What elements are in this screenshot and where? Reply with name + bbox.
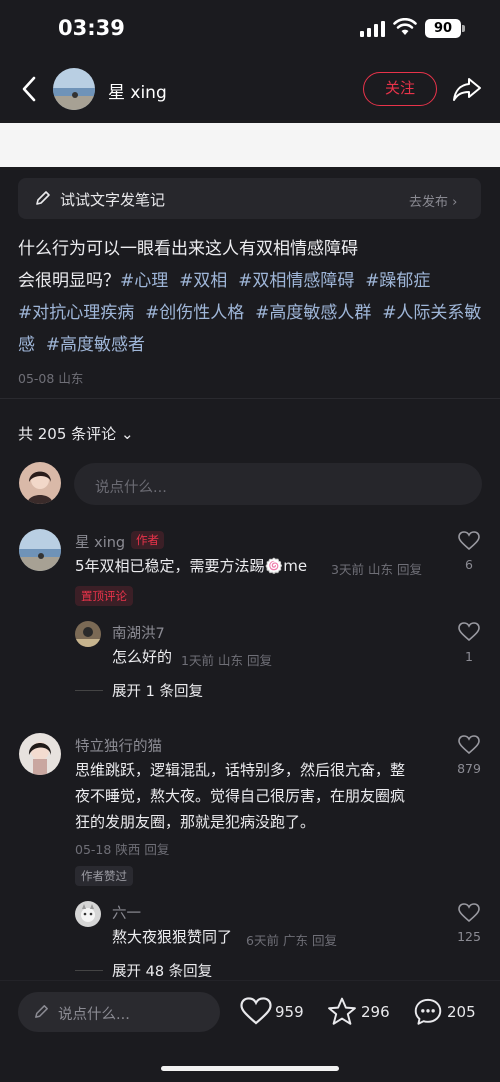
post-text-line2: 会很明显吗？ xyxy=(18,271,120,291)
expand-replies-button[interactable]: 展开 48 条回复 xyxy=(112,960,212,981)
reply-link[interactable]: 回复 xyxy=(397,562,422,577)
comment-like-count: 879 xyxy=(457,761,481,776)
post-tag[interactable]: #高度敏感者 xyxy=(46,335,145,355)
back-icon[interactable] xyxy=(18,74,40,104)
post-text-line1: 什么行为可以一眼看出来这人有双相情感障碍 xyxy=(18,239,358,259)
comment-total: 205 xyxy=(447,1003,476,1021)
pencil-icon xyxy=(35,1005,48,1018)
collect-count: 296 xyxy=(361,1003,390,1021)
reply-text: 怎么好的 xyxy=(112,648,173,666)
home-indicator[interactable] xyxy=(161,1066,339,1071)
reply-meta: 1天前 山东 回复 xyxy=(181,653,272,668)
wifi-icon xyxy=(393,18,417,35)
post-tag[interactable]: #高度敏感人群 xyxy=(255,303,371,323)
comment-like-count: 6 xyxy=(465,557,473,572)
author-name[interactable]: 星 xing xyxy=(108,78,167,103)
try-text-note-label: 试试文字发笔记 xyxy=(60,191,166,209)
commenter-avatar[interactable] xyxy=(19,529,61,571)
follow-button[interactable]: 关注 xyxy=(363,72,437,106)
commenter-name[interactable]: 特立独行的猫 xyxy=(75,735,162,756)
share-icon[interactable] xyxy=(452,76,482,102)
pinned-badge: 置顶评论 xyxy=(75,586,133,606)
replier-name[interactable]: 南湖洪7 xyxy=(112,622,165,643)
comment-input-placeholder: 说点什么... xyxy=(95,480,167,496)
post-tag[interactable]: #躁郁症 xyxy=(365,271,430,291)
replier-name[interactable]: 六一 xyxy=(112,902,141,923)
commenter-avatar[interactable] xyxy=(19,733,61,775)
heart-icon[interactable] xyxy=(458,531,480,551)
author-avatar[interactable] xyxy=(53,68,95,110)
post-tag[interactable]: #双相 xyxy=(179,271,227,291)
post-tag[interactable]: #对抗心理疾病 xyxy=(18,303,134,323)
like-count: 959 xyxy=(275,1003,304,1021)
heart-icon[interactable] xyxy=(458,622,480,642)
reply-text: 熬大夜狠狠赞同了 xyxy=(112,928,233,946)
comment-meta: 3天前 山东 回复 xyxy=(331,562,422,577)
comment-text-line3: 狂的发朋友圈，那就是犯病没跑了。 xyxy=(75,813,316,831)
post-tag[interactable]: #双相情感障碍 xyxy=(238,271,354,291)
reply-meta: 6天前 广东 回复 xyxy=(246,933,337,948)
expand-line xyxy=(75,690,103,691)
image-area-edge xyxy=(0,123,500,167)
comment-text-line2: 夜不睡觉，熬大夜。觉得自己很厉害，在朋友圈疯 xyxy=(75,787,406,805)
reply-link[interactable]: 回复 xyxy=(312,933,337,948)
comment-icon[interactable] xyxy=(412,996,444,1027)
comment-meta: 05-18 陕西 回复 xyxy=(75,842,170,857)
post-tag[interactable]: #创伤性人格 xyxy=(145,303,244,323)
divider xyxy=(0,398,500,399)
post-meta: 05-08 山东 xyxy=(18,371,84,386)
pencil-icon xyxy=(36,191,50,205)
expand-line xyxy=(75,970,103,971)
reply-like-count: 1 xyxy=(465,649,473,664)
author-liked-badge: 作者赞过 xyxy=(75,866,133,886)
comment-count-sort[interactable]: 共 205 条评论 ⌄ xyxy=(18,423,134,444)
reply-like-count: 125 xyxy=(457,929,481,944)
star-icon[interactable] xyxy=(326,996,358,1027)
publish-link[interactable]: 去发布 › xyxy=(409,191,457,210)
post-body: 什么行为可以一眼看出来这人有双相情感障碍 会很明显吗？#心理 #双相 #双相情感… xyxy=(18,233,484,361)
my-avatar xyxy=(19,462,61,504)
reply-link[interactable]: 回复 xyxy=(144,842,169,857)
chevron-down-icon: ⌄ xyxy=(120,425,134,443)
heart-icon[interactable] xyxy=(458,735,480,755)
battery-indicator: 90 xyxy=(425,19,461,38)
reply-link[interactable]: 回复 xyxy=(247,653,272,668)
heart-icon[interactable] xyxy=(458,903,480,923)
status-time: 03:39 xyxy=(58,16,125,40)
like-icon[interactable] xyxy=(240,997,272,1026)
expand-replies-button[interactable]: 展开 1 条回复 xyxy=(112,680,203,701)
bottom-input-placeholder: 说点什么... xyxy=(58,1007,130,1023)
battery-tip xyxy=(462,25,465,32)
comment-text-line1: 思维跳跃，逻辑混乱，话特别多，然后很亢奋，整 xyxy=(75,761,406,779)
signal-icon xyxy=(360,21,385,37)
comment-text: 5年双相已稳定，需要方法踢🍥me xyxy=(75,557,308,575)
commenter-name[interactable]: 星 xing xyxy=(75,531,125,552)
post-tag[interactable]: #心理 xyxy=(120,271,168,291)
replier-avatar[interactable] xyxy=(75,621,101,647)
replier-avatar[interactable] xyxy=(75,901,101,927)
author-badge: 作者 xyxy=(131,531,164,549)
